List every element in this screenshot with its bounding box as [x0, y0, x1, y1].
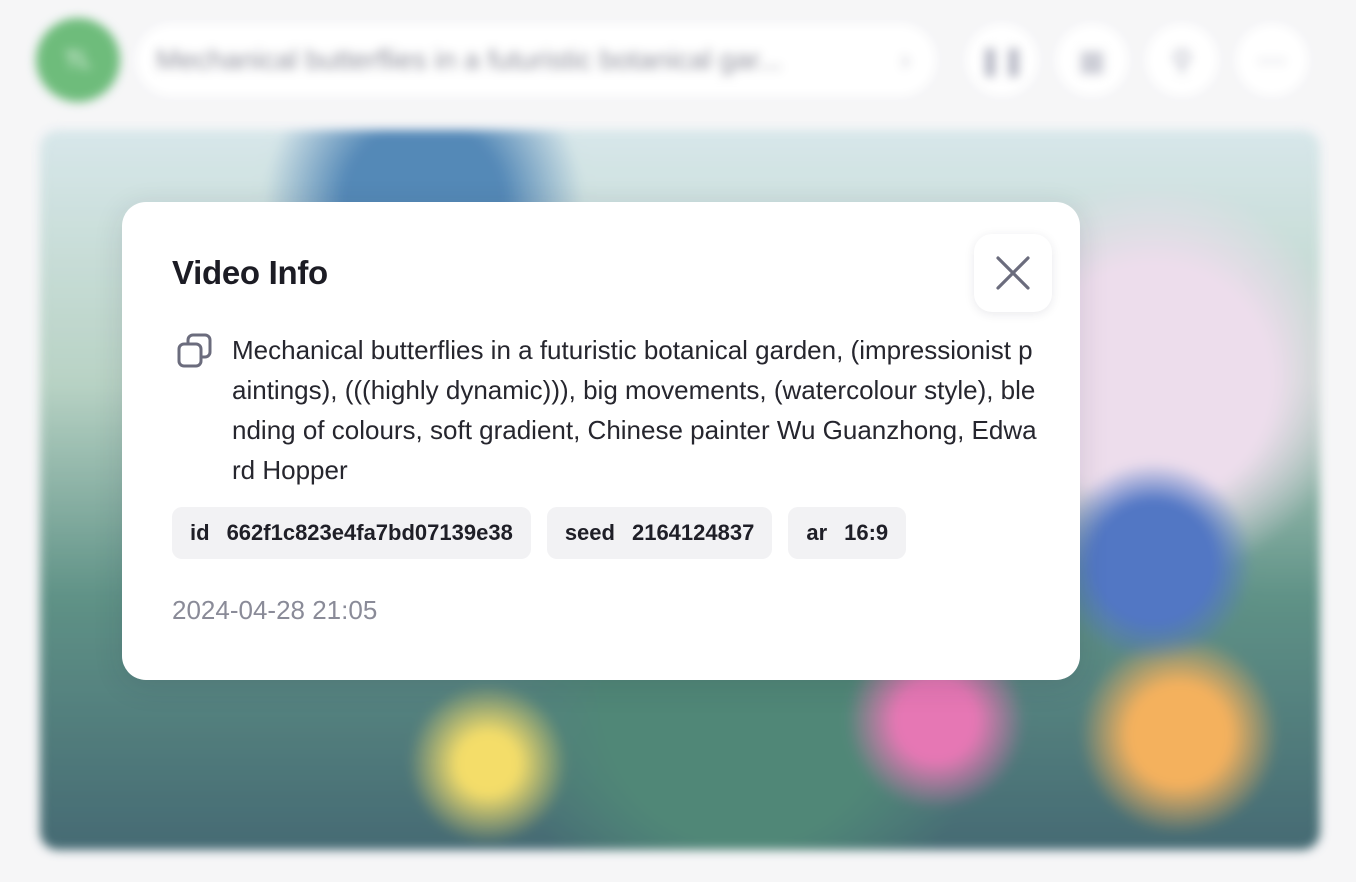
created-timestamp: 2024-04-28 21:05 — [172, 595, 378, 625]
chip-value: 662f1c823e4fa7bd07139e38 — [226, 520, 513, 545]
dialog-title: Video Info — [172, 254, 328, 291]
chip-key: seed — [564, 520, 615, 545]
chip-key: ar — [806, 520, 828, 545]
chip-key: id — [190, 520, 210, 545]
copy-icon — [177, 333, 212, 368]
copy-prompt-button[interactable] — [176, 332, 216, 372]
video-info-dialog: Video Info Mechanical butterflies in a f… — [122, 202, 1080, 680]
prompt-text: Mechanical butterflies in a futuristic b… — [232, 335, 1037, 485]
seed-chip[interactable]: seed 2164124837 — [546, 507, 773, 559]
chip-value: 2164124837 — [631, 520, 755, 545]
id-chip[interactable]: id 662f1c823e4fa7bd07139e38 — [172, 507, 531, 559]
close-icon — [996, 256, 1030, 290]
chip-value: 16:9 — [844, 520, 889, 545]
metadata-chips: id 662f1c823e4fa7bd07139e38 seed 2164124… — [172, 507, 907, 559]
close-button[interactable] — [974, 234, 1052, 312]
aspect-ratio-chip[interactable]: ar 16:9 — [788, 507, 907, 559]
